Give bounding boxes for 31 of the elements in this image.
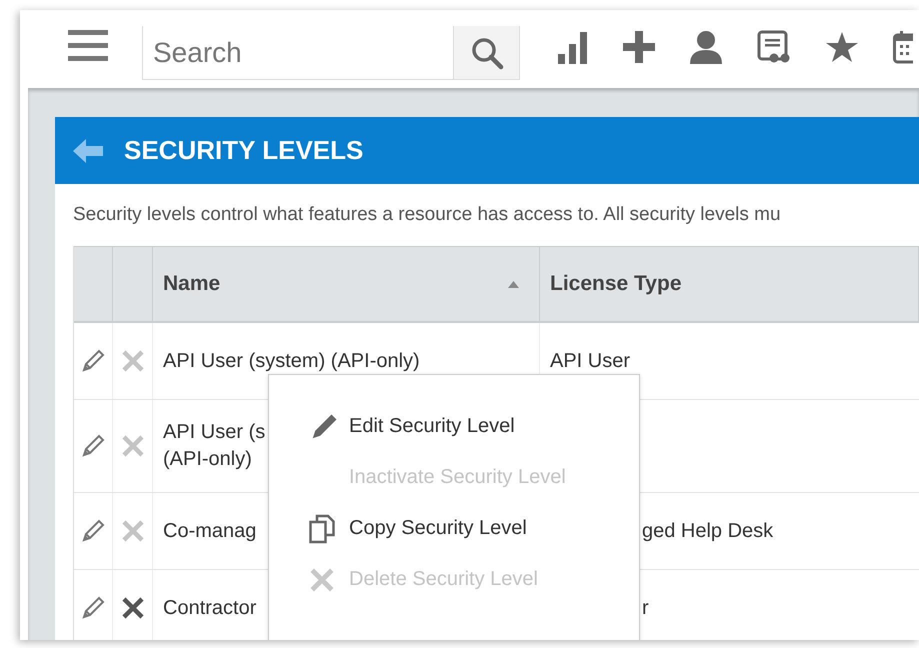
pencil-icon[interactable]: [81, 434, 105, 458]
menu-icon[interactable]: [68, 28, 108, 62]
cross-icon: [309, 566, 335, 592]
table-cell: API User: [550, 350, 630, 372]
calendar-icon[interactable]: [893, 30, 913, 64]
search-icon: [470, 36, 504, 70]
search-field[interactable]: Search: [142, 26, 520, 80]
plus-icon[interactable]: [623, 31, 655, 63]
table-cell-text: Co-manag: [163, 518, 256, 544]
menu-item[interactable]: Copy Security Level: [269, 503, 639, 554]
table-cell-text: API User (s (API-only): [163, 420, 266, 472]
pencil-icon[interactable]: [81, 519, 105, 543]
person-icon[interactable]: [690, 30, 722, 64]
document-icon[interactable]: [757, 30, 791, 64]
menu-item[interactable]: Edit Security Level: [269, 401, 639, 452]
delete-icon[interactable]: [120, 596, 144, 620]
table-cell: r: [642, 596, 649, 620]
sort-ascending-icon[interactable]: [508, 280, 519, 288]
page-title: SECURITY LEVELS: [124, 135, 364, 166]
bar-chart-icon[interactable]: [558, 30, 588, 64]
pencil-icon[interactable]: [81, 596, 105, 620]
description-text: Security levels control what features a resource has access to. All security levels mu: [72, 203, 782, 227]
column-header[interactable]: License Type: [540, 247, 919, 321]
column-header[interactable]: Name: [153, 247, 540, 321]
star-icon[interactable]: [826, 32, 858, 62]
search-button[interactable]: [453, 26, 519, 79]
table-cell-text: Contractor: [163, 596, 256, 620]
copy-icon: [309, 514, 335, 544]
table-cell: ged Help Desk: [642, 520, 774, 542]
table-cell-text: API User (system) (API-only): [163, 348, 420, 374]
pencil-icon[interactable]: [81, 349, 105, 373]
